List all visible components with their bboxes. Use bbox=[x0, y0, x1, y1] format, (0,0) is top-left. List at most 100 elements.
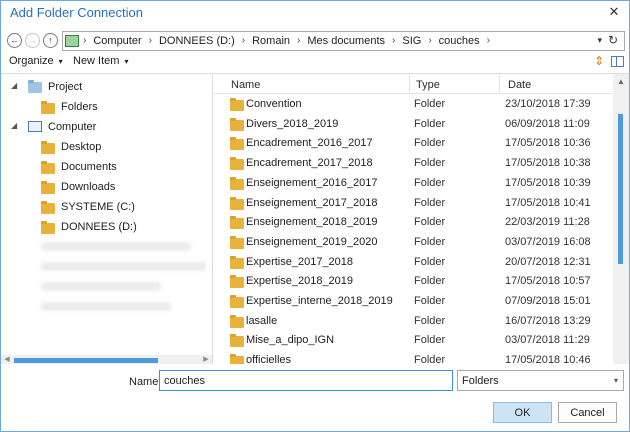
file-type: Folder bbox=[414, 275, 446, 288]
column-header-name[interactable]: Name bbox=[231, 79, 260, 91]
breadcrumb-separator[interactable]: › bbox=[392, 35, 395, 47]
file-name: Mise_a_dipo_IGN bbox=[246, 334, 335, 347]
breadcrumb-separator[interactable]: › bbox=[242, 35, 245, 47]
file-date: 06/09/2018 11:09 bbox=[505, 117, 590, 130]
breadcrumb-separator[interactable]: › bbox=[297, 35, 300, 47]
table-row[interactable]: Expertise_2018_2019 Folder 17/05/2018 10:5… bbox=[214, 271, 614, 291]
scroll-up-icon[interactable]: ▲ bbox=[617, 77, 625, 86]
breadcrumb-separator: › bbox=[83, 35, 87, 46]
tree-item-project[interactable]: ◢ Project bbox=[1, 78, 212, 97]
table-row[interactable]: Enseignement_2016_2017 Folder 17/05/2018 1… bbox=[214, 173, 614, 193]
view-options-icon[interactable] bbox=[611, 56, 624, 67]
tree-item-computer[interactable]: ◢ Computer bbox=[1, 118, 212, 137]
new-item-menu[interactable]: New Item ▾ bbox=[73, 55, 128, 67]
tree-label: Folders bbox=[61, 101, 98, 113]
address-history-dropdown-icon[interactable]: ▾ bbox=[597, 35, 602, 46]
breadcrumb-couches[interactable]: couches bbox=[439, 35, 480, 47]
table-row[interactable]: Expertise_2017_2018 Folder 20/07/2018 12:3… bbox=[214, 252, 614, 272]
close-icon[interactable]: ✕ bbox=[607, 4, 621, 20]
file-date: 22/03/2019 11:28 bbox=[505, 216, 590, 229]
folder-icon bbox=[41, 101, 55, 114]
column-header-type[interactable]: Type bbox=[416, 79, 440, 91]
organize-label: Organize bbox=[9, 55, 54, 67]
filter-value: Folders bbox=[462, 375, 499, 387]
forward-icon[interactable]: → bbox=[25, 33, 40, 48]
table-row[interactable]: lasalle Folder 16/07/2018 13:29 bbox=[214, 311, 614, 331]
column-divider[interactable] bbox=[409, 74, 410, 94]
ok-button[interactable]: OK bbox=[493, 402, 552, 423]
breadcrumb-separator[interactable]: › bbox=[149, 35, 152, 47]
folder-icon bbox=[41, 181, 55, 194]
file-date: 03/07/2018 11:29 bbox=[505, 334, 590, 347]
file-list-vertical-scrollbar[interactable]: ▲ bbox=[613, 74, 629, 364]
file-date: 16/07/2018 13:29 bbox=[505, 314, 591, 327]
tree-item-documents[interactable]: Documents bbox=[1, 158, 212, 177]
sort-icon[interactable]: ⇕ bbox=[594, 54, 604, 68]
column-header-date[interactable]: Date bbox=[508, 79, 531, 91]
tree-label: SYSTEME (C:) bbox=[61, 201, 135, 213]
table-row[interactable]: Enseignement_2018_2019 Folder 22/03/2019 1… bbox=[214, 212, 614, 232]
navigation-tree[interactable]: ◢ Project Folders ◢ Computer Desktop Doc… bbox=[1, 73, 213, 364]
redacted-tree-item bbox=[41, 302, 171, 311]
table-row[interactable]: officielles Folder 17/05/2018 10:46 bbox=[214, 350, 614, 364]
folder-icon bbox=[230, 216, 244, 230]
folder-icon bbox=[230, 196, 244, 210]
table-row[interactable]: Encadrement_2016_2017 Folder 17/05/2018 10… bbox=[214, 133, 614, 153]
table-row[interactable]: Expertise_interne_2018_2019 Folder 07/09/2… bbox=[214, 291, 614, 311]
file-type: Folder bbox=[414, 255, 446, 268]
file-date: 17/05/2018 10:36 bbox=[505, 137, 591, 150]
address-bar[interactable]: › Computer › DONNEES (D:) › Romain › Mes… bbox=[62, 31, 625, 51]
table-row[interactable]: Divers_2018_2019 Folder 06/09/2018 11:09 bbox=[214, 114, 614, 134]
organize-menu[interactable]: Organize ▾ bbox=[9, 55, 63, 67]
tree-item-downloads[interactable]: Downloads bbox=[1, 178, 212, 197]
breadcrumb-separator[interactable]: › bbox=[428, 35, 431, 47]
folder-icon bbox=[230, 117, 244, 131]
table-row[interactable]: Enseignement_2017_2018 Folder 17/05/2018 1… bbox=[214, 193, 614, 213]
file-type: Folder bbox=[414, 117, 446, 130]
scroll-right-icon[interactable]: ▶ bbox=[201, 355, 211, 364]
name-input[interactable] bbox=[159, 370, 453, 391]
name-label: Name bbox=[129, 376, 159, 388]
tree-item-folders[interactable]: Folders bbox=[1, 98, 212, 117]
refresh-icon[interactable]: ↻ bbox=[605, 33, 621, 49]
file-date: 17/05/2018 10:46 bbox=[505, 354, 591, 364]
folder-icon bbox=[230, 176, 244, 190]
file-date: 03/07/2019 16:08 bbox=[505, 235, 591, 248]
breadcrumb-computer[interactable]: Computer bbox=[93, 35, 141, 47]
cancel-button[interactable]: Cancel bbox=[558, 402, 617, 423]
file-date: 17/05/2018 10:38 bbox=[505, 157, 591, 170]
tree-item-systeme[interactable]: SYSTEME (C:) bbox=[1, 198, 212, 217]
expander-icon[interactable]: ◢ bbox=[11, 121, 17, 130]
computer-icon bbox=[65, 35, 79, 47]
tree-horizontal-scrollbar[interactable]: ◀ ▶ bbox=[1, 355, 212, 364]
file-type: Folder bbox=[414, 176, 446, 189]
file-date: 07/09/2018 15:01 bbox=[505, 295, 591, 307]
table-row[interactable]: Enseignement_2019_2020 Folder 03/07/2019 1… bbox=[214, 232, 614, 252]
file-type: Folder bbox=[414, 98, 446, 110]
breadcrumb-donnees[interactable]: DONNEES (D:) bbox=[159, 35, 235, 47]
breadcrumb-separator[interactable]: › bbox=[487, 35, 490, 47]
tree-label: Desktop bbox=[61, 141, 102, 153]
breadcrumb: › Computer › DONNEES (D:) › Romain › Mes… bbox=[83, 35, 497, 47]
file-list[interactable]: Name Type Date Convention Folder 23/10/201… bbox=[214, 73, 629, 364]
back-icon[interactable]: ← bbox=[7, 33, 22, 48]
file-type: Folder bbox=[414, 157, 446, 170]
table-row[interactable]: Encadrement_2017_2018 Folder 17/05/2018 10… bbox=[214, 153, 614, 173]
filter-select[interactable]: Folders ▾ bbox=[457, 370, 624, 391]
breadcrumb-sig[interactable]: SIG bbox=[402, 35, 421, 47]
breadcrumb-romain[interactable]: Romain bbox=[252, 35, 290, 47]
tree-item-donnees[interactable]: DONNEES (D:) bbox=[1, 218, 212, 237]
scrollbar-thumb[interactable] bbox=[14, 358, 158, 363]
table-row[interactable]: Mise_a_dipo_IGN Folder 03/07/2018 11:29 bbox=[214, 330, 614, 350]
file-type: Folder bbox=[414, 334, 446, 347]
column-divider[interactable] bbox=[499, 74, 500, 94]
redacted-tree-item bbox=[41, 262, 206, 271]
scrollbar-thumb[interactable] bbox=[618, 114, 623, 264]
expander-icon[interactable]: ◢ bbox=[11, 81, 17, 90]
up-icon[interactable]: ↑ bbox=[43, 33, 58, 48]
table-row[interactable]: Convention Folder 23/10/2018 17:39 bbox=[214, 94, 614, 114]
tree-item-desktop[interactable]: Desktop bbox=[1, 138, 212, 157]
breadcrumb-mes-documents[interactable]: Mes documents bbox=[307, 35, 385, 47]
scroll-left-icon[interactable]: ◀ bbox=[2, 355, 12, 364]
add-folder-connection-dialog: Add Folder Connection ✕ ← → ↑ › Computer… bbox=[0, 0, 630, 432]
